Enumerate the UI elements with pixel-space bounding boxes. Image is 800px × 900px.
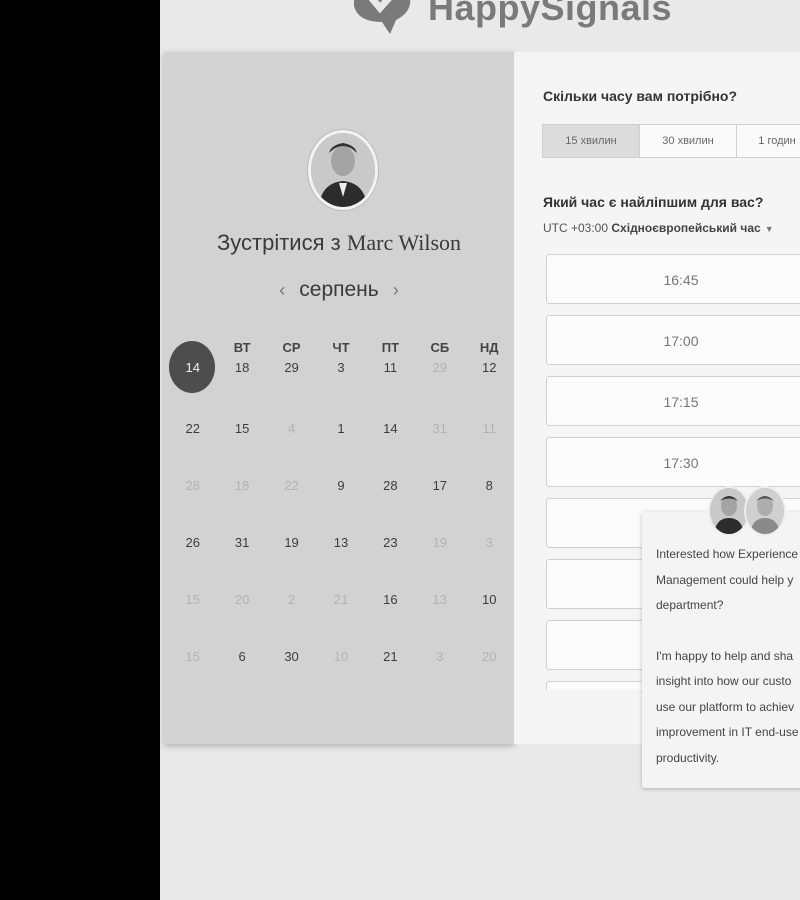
calendar-week: 26 31 19 13 23 19 3 [168,533,514,590]
calendar-day-unavailable: 11 [482,421,496,436]
duration-option-60[interactable]: 1 годин [737,124,800,158]
calendar-day[interactable]: 31 [217,533,266,590]
calendar-day-unavailable: 13 [432,592,448,607]
chat-message: Interested how Experience Management cou… [656,542,800,771]
calendar-day[interactable]: 1 [316,419,365,476]
calendar-day-unavailable: 15 [185,649,200,664]
duration-question: Скільки часу вам потрібно? [543,88,738,104]
calendar-grid: ПН ВТ СР ЧТ ПТ СБ НД 14 18 29 3 11 29 12… [168,340,514,704]
time-slot[interactable]: 16:45 [546,254,800,304]
calendar-day[interactable]: 28 [366,476,415,533]
duration-option-30[interactable]: 30 хвилин [640,124,737,158]
chat-line: use our platform to achiev [656,699,795,714]
calendar-day[interactable]: 15 [217,419,266,476]
left-black-bar [0,0,160,900]
calendar-day[interactable]: 22 [168,419,217,476]
calendar-day[interactable]: 13 [316,533,365,590]
brand-logo: HappySignals [346,0,672,36]
calendar-week: 22 15 4 1 14 31 11 [168,419,514,476]
chat-agent-avatar [744,486,786,536]
time-slot[interactable]: 17:30 [546,437,800,487]
time-question: Який час є найліпшим для вас? [543,194,764,210]
calendar-week: 28 18 22 9 28 17 8 [168,476,514,533]
calendar-day[interactable]: 21 [366,647,415,704]
calendar-day[interactable]: 8 [465,476,514,533]
calendar-day[interactable]: 26 [168,533,217,590]
host-avatar [308,130,378,210]
calendar-week: 14 18 29 3 11 29 12 [168,341,514,419]
chat-line: Interested how Experience [656,547,799,561]
chat-line: improvement in IT end-use [656,725,799,739]
calendar-day-unavailable: 31 [432,421,448,436]
calendar-day-unavailable: 10 [333,649,349,664]
duration-selector: 15 хвилин 30 хвилин 1 годин [542,124,800,158]
current-month-label: серпень [299,278,379,301]
calendar-day-unavailable: 4 [287,421,296,436]
caret-down-icon: ▼ [764,224,774,234]
calendar-day-unavailable: 20 [234,592,250,607]
calendar-day[interactable]: 6 [217,647,266,704]
calendar-day[interactable]: 14 [366,419,415,476]
duration-option-15[interactable]: 15 хвилин [542,124,640,158]
chat-line: department? [656,598,724,612]
timezone-name: Східноєвропейський час [611,221,761,235]
calendar-day[interactable]: 11 [366,358,415,419]
calendar-day-unavailable: 3 [485,535,493,550]
calendar-week: 15 20 2 21 16 13 10 [168,590,514,647]
prev-month-chevron-left-icon[interactable]: ‹ [279,280,285,301]
calendar-day-unavailable: 28 [185,478,200,493]
calendar-day-unavailable: 2 [287,592,296,607]
timezone-selector[interactable]: UTC +03:00 Східноєвропейський час ▼ [543,221,774,235]
chat-line: I'm happy to help and sha [656,648,794,663]
logo-speech-bubble-icon [346,0,416,36]
time-slot[interactable]: 17:15 [546,376,800,426]
calendar-day[interactable]: 12 [465,358,514,419]
calendar-panel: Зустрітися з Marc Wilson ‹ серпень › ПН … [164,52,514,744]
calendar-day[interactable]: 16 [366,590,415,647]
meeting-title: Зустрітися з Marc Wilson [164,230,514,256]
calendar-day[interactable]: 19 [267,533,316,590]
scheduling-page: HappySignals Зустрітися з Marc Wilson ‹ … [160,0,800,900]
calendar-day[interactable]: 23 [366,533,415,590]
chat-line: insight into how our custo [656,674,792,688]
brand-name: HappySignals [428,0,673,28]
calendar-day[interactable]: 10 [465,590,514,647]
chat-line: productivity. [656,750,720,765]
timezone-offset: UTC +03:00 [543,221,609,235]
calendar-day-unavailable: 21 [333,592,349,607]
host-name: Marc Wilson [346,230,462,255]
calendar-day-unavailable: 19 [432,535,448,550]
calendar-day[interactable]: 29 [267,358,316,419]
chat-line: Management could help y [656,572,794,587]
calendar-day-unavailable: 22 [284,478,299,493]
calendar-day-unavailable: 18 [234,478,250,493]
chat-agent-avatars [708,486,786,536]
next-month-chevron-right-icon[interactable]: › [393,280,399,301]
calendar-day[interactable]: 3 [316,358,365,419]
calendar-day[interactable]: 9 [316,476,365,533]
calendar-day-unavailable: 3 [436,649,444,664]
calendar-day[interactable]: 17 [415,476,464,533]
calendar-week: 15 6 30 10 21 3 20 [168,647,514,704]
time-slot[interactable]: 17:00 [546,315,800,365]
month-navigation: ‹ серпень › [164,278,514,302]
calendar-day[interactable]: 30 [267,647,316,704]
meeting-title-prefix: Зустрітися з [216,230,341,255]
calendar-day[interactable]: 18 [217,358,266,419]
calendar-day-unavailable: 15 [185,592,200,607]
calendar-day-unavailable: 20 [482,649,497,664]
calendar-day-unavailable: 29 [432,360,448,375]
calendar-day-selected[interactable]: 14 [168,341,217,419]
chat-popup[interactable]: Interested how Experience Management cou… [642,486,800,788]
